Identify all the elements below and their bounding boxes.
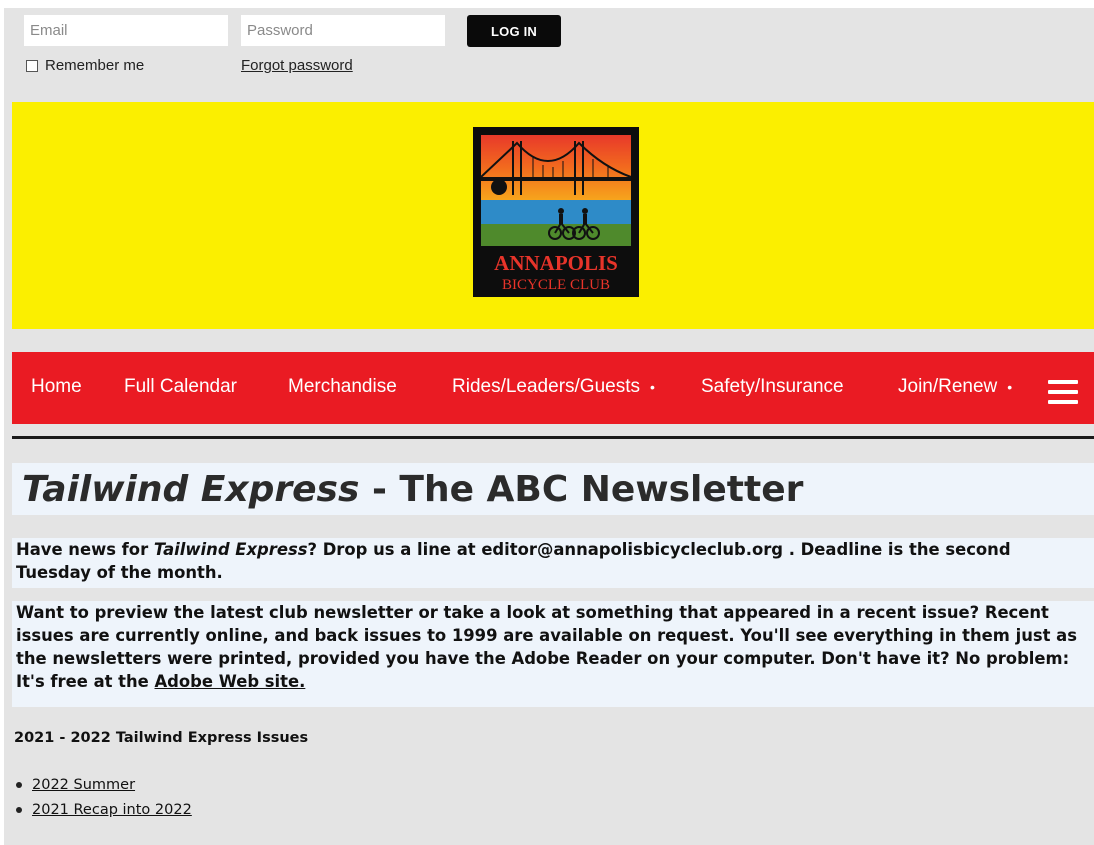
bullet-icon [16,781,22,788]
remember-checkbox[interactable] [26,59,38,72]
remember-label: Remember me [45,57,145,74]
preview-paragraph: Want to preview the latest club newslett… [12,601,1094,707]
logo-line2: BICYCLE CLUB [502,277,610,293]
login-button[interactable]: LOG IN [467,15,561,47]
password-field[interactable] [241,15,445,46]
nav-item-home[interactable]: Home [31,376,82,398]
nav-item-merchandise[interactable]: Merchandise [288,376,397,398]
divider [12,436,1094,439]
remember-me[interactable]: Remember me [24,57,144,74]
adobe-link[interactable]: Adobe Web site. [155,672,306,691]
hamburger-icon[interactable] [1048,380,1078,410]
issues-list: 2022 Summer 2021 Recap into 2022 [14,772,192,822]
dropdown-dot-icon: • [1007,378,1013,395]
email-field[interactable] [24,15,228,46]
list-item: 2021 Recap into 2022 [14,797,192,822]
issue-link[interactable]: 2021 Recap into 2022 [32,802,192,818]
login-bar: LOG IN Remember me Forgot password [4,8,1094,102]
club-logo[interactable]: ANNAPOLIS BICYCLE CLUB [473,127,639,297]
main-nav: Home Full Calendar Merchandise Rides/Lea… [12,352,1094,424]
issues-heading: 2021 - 2022 Tailwind Express Issues [14,730,309,746]
logo-line1: ANNAPOLIS [494,251,618,275]
nav-item-full-calendar[interactable]: Full Calendar [124,376,237,398]
nav-item-join-renew[interactable]: Join/Renew • [898,376,1012,398]
list-item: 2022 Summer [14,772,192,797]
page-title: Tailwind Express - The ABC Newsletter [22,469,804,510]
header-banner: ANNAPOLIS BICYCLE CLUB [12,102,1094,329]
page: LOG IN Remember me Forgot password [4,8,1094,845]
news-paragraph: Have news for Tailwind Express? Drop us … [12,538,1094,588]
issue-link[interactable]: 2022 Summer [32,777,135,793]
nav-item-safety-insurance[interactable]: Safety/Insurance [701,376,844,398]
dropdown-dot-icon: • [650,378,655,395]
title-band: Tailwind Express - The ABC Newsletter [12,463,1094,515]
bullet-icon [16,806,22,813]
nav-item-rides-leaders-guests[interactable]: Rides/Leaders/Guests • [452,376,655,398]
forgot-password-link[interactable]: Forgot password [241,57,353,74]
